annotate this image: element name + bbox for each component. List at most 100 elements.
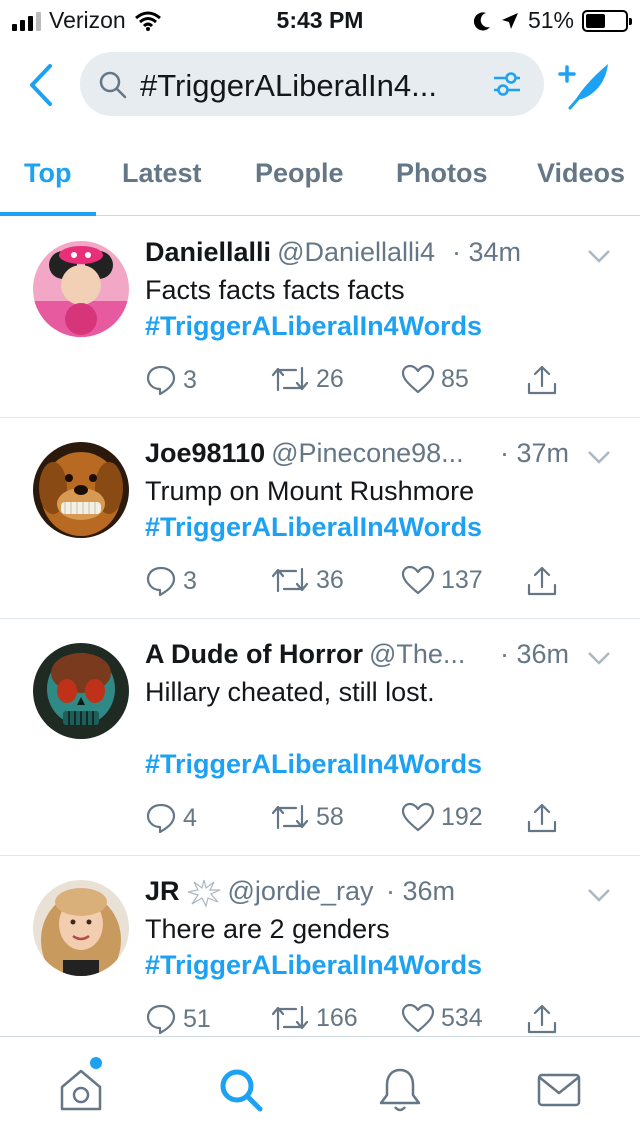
search-header: #TriggerALiberalIn4... <box>0 44 640 128</box>
like-button[interactable]: 85 <box>401 364 469 394</box>
tweet-card[interactable]: Joe98110 @Pinecone98... · 37m Trump on Mo… <box>0 418 640 619</box>
share-icon <box>527 365 557 395</box>
mail-icon[interactable] <box>534 1065 584 1115</box>
author-name[interactable]: Joe98110 <box>145 438 265 468</box>
hashtag-link[interactable]: #TriggerALiberalIn4Words <box>145 311 482 342</box>
reply-button[interactable]: 3 <box>145 364 197 396</box>
author-name[interactable]: Daniellalli <box>145 237 271 267</box>
compose-tweet-icon[interactable] <box>556 60 616 110</box>
tab-videos[interactable]: Videos <box>537 158 625 189</box>
status-bar: Verizon 5:43 PM 51% <box>0 0 640 40</box>
heart-icon <box>401 565 435 595</box>
tweet-time: · 36m <box>386 876 456 906</box>
tweet-card[interactable]: A Dude of Horror @The... · 36m Hillary ch… <box>0 619 640 856</box>
tweet-header: Daniellalli @Daniellalli4 <box>145 237 435 268</box>
tweet-header: A Dude of Horror @The... <box>145 639 465 670</box>
reply-count: 4 <box>183 803 197 832</box>
avatar-image <box>33 643 129 739</box>
like-button[interactable]: 534 <box>401 1003 483 1033</box>
retweet-icon <box>271 804 309 830</box>
tab-people[interactable]: People <box>255 158 344 189</box>
battery-percent: 51% <box>527 7 574 33</box>
reply-icon <box>146 1004 176 1035</box>
moon-icon <box>473 11 490 30</box>
like-count: 534 <box>441 1003 483 1032</box>
tweet-actions: 51 166 534 <box>145 1003 585 1037</box>
reply-count: 3 <box>183 566 197 595</box>
author-handle[interactable]: @The... <box>369 639 465 669</box>
tab-photos[interactable]: Photos <box>396 158 488 189</box>
like-count: 137 <box>441 565 483 594</box>
hashtag-link[interactable]: #TriggerALiberalIn4Words <box>145 749 482 780</box>
share-button[interactable] <box>526 802 558 834</box>
tweet-card[interactable]: Daniellalli @Daniellalli4 · 34m Facts fac… <box>0 217 640 418</box>
share-button[interactable] <box>526 364 558 396</box>
chevron-left-icon[interactable] <box>22 60 62 110</box>
reply-icon <box>146 803 176 834</box>
home-notification-dot <box>90 1057 102 1069</box>
avatar[interactable] <box>33 442 129 538</box>
share-button[interactable] <box>526 565 558 597</box>
home-icon[interactable] <box>56 1065 106 1115</box>
chevron-down-icon[interactable] <box>587 450 611 464</box>
reply-count: 51 <box>183 1004 211 1033</box>
author-name[interactable]: A Dude of Horror <box>145 639 363 669</box>
avatar-image <box>33 442 129 538</box>
chevron-down-icon[interactable] <box>587 888 611 902</box>
chevron-down-icon[interactable] <box>587 249 611 263</box>
battery-fill <box>586 13 606 28</box>
retweet-button[interactable]: 166 <box>270 1003 358 1033</box>
retweet-button[interactable]: 58 <box>270 802 344 832</box>
reply-icon <box>146 566 176 597</box>
author-handle[interactable]: @Daniellalli4 <box>277 237 435 267</box>
like-button[interactable]: 137 <box>401 565 483 595</box>
hashtag-link[interactable]: #TriggerALiberalIn4Words <box>145 950 482 981</box>
author-name[interactable]: JR <box>145 876 180 906</box>
search-input[interactable]: #TriggerALiberalIn4... <box>80 52 544 116</box>
chevron-down-icon[interactable] <box>587 651 611 665</box>
share-icon <box>527 1004 557 1034</box>
tweet-text: Facts facts facts facts <box>145 275 405 305</box>
search-query: #TriggerALiberalIn4... <box>140 68 437 103</box>
share-button[interactable] <box>526 1003 558 1035</box>
avatar[interactable] <box>33 880 129 976</box>
battery-icon <box>582 9 632 32</box>
retweet-button[interactable]: 26 <box>270 364 344 394</box>
tweet-time: · 36m <box>500 639 570 669</box>
retweet-count: 36 <box>316 565 344 594</box>
avatar-image <box>33 241 129 337</box>
status-right: 51% <box>473 7 632 34</box>
tweet-text: Hillary cheated, still lost. <box>145 677 435 707</box>
tweet-text: Trump on Mount Rushmore <box>145 476 475 506</box>
reply-button[interactable]: 51 <box>145 1003 211 1035</box>
active-tab-indicator <box>0 212 96 216</box>
search-tabs: Top Latest People Photos Videos <box>0 140 640 216</box>
reply-count: 3 <box>183 365 197 394</box>
avatar[interactable] <box>33 643 129 739</box>
tab-latest[interactable]: Latest <box>122 158 202 189</box>
retweet-count: 166 <box>316 1003 358 1032</box>
like-button[interactable]: 192 <box>401 802 483 832</box>
share-icon <box>527 803 557 833</box>
hashtag-link[interactable]: #TriggerALiberalIn4Words <box>145 512 482 543</box>
retweet-count: 26 <box>316 364 344 393</box>
bell-icon[interactable] <box>375 1065 425 1115</box>
bottom-tab-bar <box>0 1036 640 1136</box>
heart-icon <box>401 802 435 832</box>
tweet-card[interactable]: JR @jordie_ray · 36m There are 2 genders … <box>0 856 640 1036</box>
search-icon[interactable] <box>216 1065 266 1115</box>
author-handle[interactable]: @Pinecone98... <box>271 438 464 468</box>
tab-top[interactable]: Top <box>24 158 71 189</box>
tweet-actions: 3 26 85 <box>145 364 585 398</box>
reply-icon <box>146 365 176 396</box>
author-handle[interactable]: @jordie_ray <box>228 876 374 906</box>
avatar[interactable] <box>33 241 129 337</box>
retweet-icon <box>271 567 309 593</box>
search-icon <box>99 71 127 99</box>
reply-button[interactable]: 4 <box>145 802 197 834</box>
filter-sliders-icon[interactable] <box>492 70 522 98</box>
retweet-button[interactable]: 36 <box>270 565 344 595</box>
tweet-text: There are 2 genders <box>145 914 390 944</box>
reply-button[interactable]: 3 <box>145 565 197 597</box>
retweet-icon <box>271 1005 309 1031</box>
